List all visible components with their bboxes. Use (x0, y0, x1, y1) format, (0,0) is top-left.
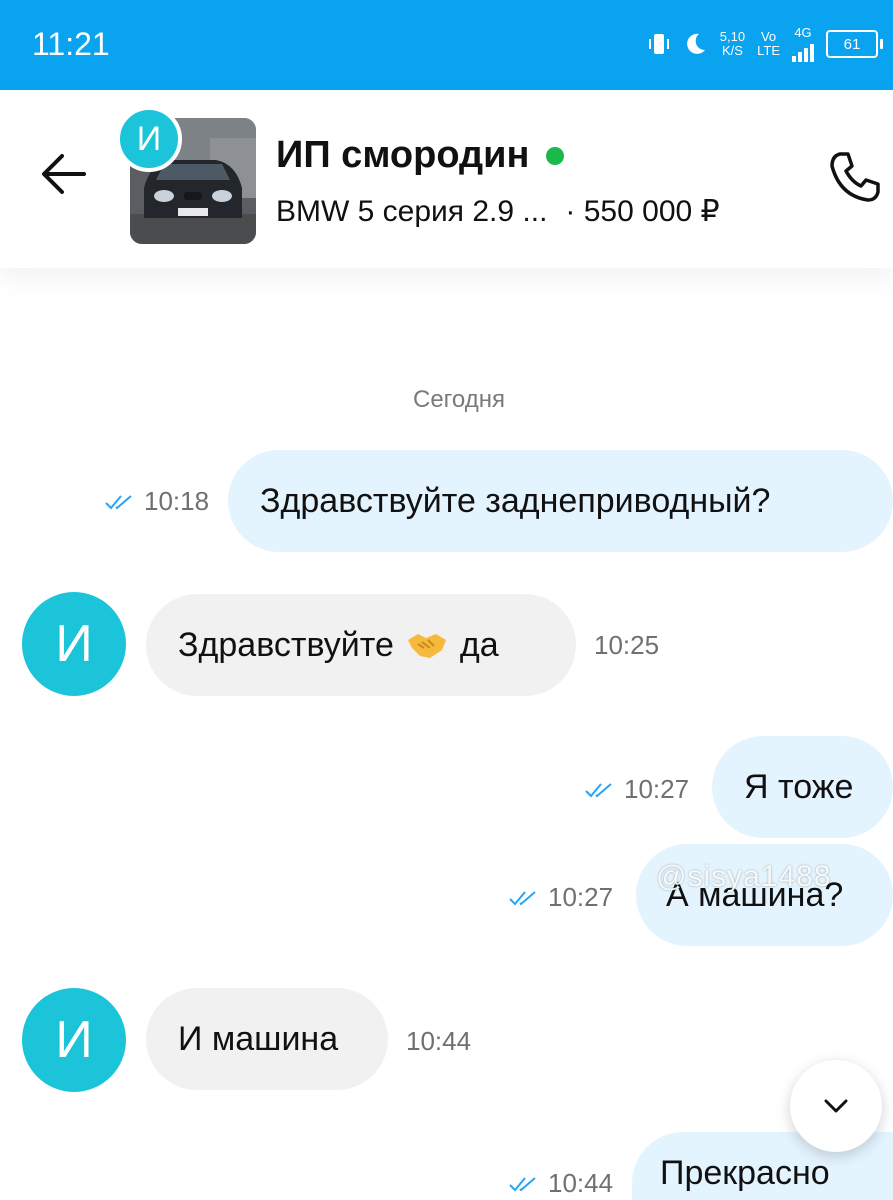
network-speed-value: 5,10 (719, 29, 746, 44)
call-button[interactable] (826, 148, 884, 206)
listing-title: BMW 5 серия 2.9 ... (276, 195, 548, 228)
message-meta: 10:27 (584, 774, 689, 805)
message-text-after: да (459, 625, 499, 664)
outgoing-message-bubble[interactable]: Я тоже (712, 736, 893, 838)
volte-top: Vo (760, 29, 777, 44)
message-time: 10:18 (144, 486, 210, 516)
vibrate-icon (648, 34, 669, 54)
message-time: 10:44 (548, 1168, 614, 1198)
seller-avatar-badge: И (116, 106, 182, 172)
incoming-message-bubble[interactable]: И машина (146, 988, 388, 1090)
message-text: Прекрасно (660, 1154, 830, 1192)
incoming-message-bubble[interactable]: Здравствуйте да (146, 594, 576, 696)
seller-avatar[interactable]: И (22, 592, 126, 696)
network-speed: 5,10 K/S (720, 30, 745, 58)
listing-price: · 550 000 ₽ (565, 195, 720, 228)
volte-indicator: Vo LTE (757, 30, 780, 58)
double-check-icon (105, 494, 132, 509)
volte-bottom: LTE (757, 43, 780, 58)
signal-strength-icon (792, 40, 814, 62)
date-separator: Сегодня (413, 386, 505, 413)
watermark: @sisya1488 (656, 860, 832, 893)
message-meta: 10:18 (104, 486, 209, 517)
do-not-disturb-moon-icon (686, 33, 705, 54)
message-meta: 10:25 (594, 630, 659, 661)
message-meta: 10:44 (406, 1026, 471, 1057)
seller-avatar[interactable]: И (22, 988, 126, 1092)
network-speed-unit: K/S (721, 43, 743, 58)
status-icons: 5,10 K/S Vo LTE 4G 61 (648, 22, 883, 66)
phone-icon (830, 152, 880, 202)
online-status-dot (545, 146, 564, 165)
double-check-icon (509, 1176, 536, 1191)
message-meta: 10:44 (508, 1168, 613, 1199)
mobile-network: 4G (792, 26, 814, 62)
listing-info[interactable]: BMW 5 серия 2.9 ... · 550 000 ₽ (276, 194, 720, 229)
status-bar: 11:21 5,10 K/S Vo LTE 4G 61 (0, 0, 893, 90)
battery-level: 61 (826, 30, 878, 58)
network-type: 4G (794, 25, 812, 40)
chevron-down-icon (824, 1099, 848, 1113)
battery-icon: 61 (826, 30, 883, 58)
message-time: 10:25 (594, 630, 660, 660)
message-meta: 10:27 (508, 882, 613, 913)
message-text: Здравствуйте заднеприводный? (260, 481, 771, 520)
message-text: Здравствуйте (178, 625, 394, 664)
scroll-to-bottom-button[interactable] (790, 1060, 882, 1152)
chat-title[interactable]: ИП смородин (276, 134, 564, 177)
message-time: 10:44 (406, 1026, 472, 1056)
message-text: И машина (178, 1019, 339, 1058)
message-time: 10:27 (548, 882, 614, 912)
message-text: Я тоже (744, 767, 854, 806)
handshake-emoji-icon (407, 634, 446, 658)
arrow-left-icon (42, 154, 86, 194)
double-check-icon (509, 890, 536, 905)
message-time: 10:27 (624, 774, 690, 804)
double-check-icon (585, 782, 612, 797)
outgoing-message-bubble[interactable]: Здравствуйте заднеприводный? (228, 450, 893, 552)
status-time: 11:21 (32, 26, 110, 62)
seller-name: ИП смородин (276, 134, 530, 176)
back-button[interactable] (38, 148, 90, 200)
chat-header: И ИП смородин BMW 5 серия 2.9 ... · 550 0… (0, 90, 893, 268)
